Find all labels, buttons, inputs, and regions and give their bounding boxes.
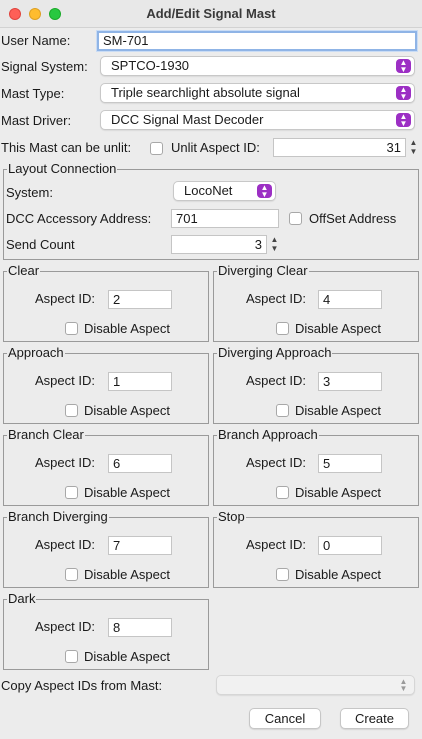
aspect-id-label: Aspect ID: bbox=[246, 373, 306, 388]
signal-system-value: SPTCO-1930 bbox=[111, 58, 190, 73]
system-select[interactable]: LocoNet ▲ ▼ bbox=[173, 181, 276, 201]
disable-aspect-label: Disable Aspect bbox=[84, 403, 170, 418]
aspect-id-input[interactable]: 0 bbox=[318, 536, 382, 555]
disable-aspect-label: Disable Aspect bbox=[295, 567, 381, 582]
aspect-group-title: Dark bbox=[7, 591, 37, 607]
aspect-id-label: Aspect ID: bbox=[35, 537, 95, 552]
disable-aspect-checkbox[interactable] bbox=[65, 322, 78, 335]
layout-connection-title: Layout Connection bbox=[7, 161, 118, 177]
aspect-id-label: Aspect ID: bbox=[35, 455, 95, 470]
aspect-id-input[interactable]: 1 bbox=[108, 372, 172, 391]
disable-aspect-label: Disable Aspect bbox=[84, 321, 170, 336]
disable-aspect-label: Disable Aspect bbox=[295, 403, 381, 418]
copy-aspect-select[interactable]: ▲ ▼ bbox=[216, 675, 415, 695]
aspect-id-label: Aspect ID: bbox=[35, 291, 95, 306]
send-count-label: Send Count bbox=[6, 237, 75, 252]
aspect-group-title: Diverging Approach bbox=[217, 345, 333, 361]
unlit-aspect-label: Unlit Aspect ID: bbox=[171, 140, 260, 155]
disable-aspect-label: Disable Aspect bbox=[295, 485, 381, 500]
dcc-address-label: DCC Accessory Address: bbox=[6, 211, 152, 226]
disable-aspect-label: Disable Aspect bbox=[84, 485, 170, 500]
create-button[interactable]: Create bbox=[340, 708, 409, 729]
aspect-id-input[interactable]: 7 bbox=[108, 536, 172, 555]
aspect-id-label: Aspect ID: bbox=[246, 455, 306, 470]
updown-chevron-icon: ▲ ▼ bbox=[399, 677, 408, 693]
aspect-id-input[interactable]: 2 bbox=[108, 290, 172, 309]
disable-aspect-label: Disable Aspect bbox=[295, 321, 381, 336]
mast-driver-value: DCC Signal Mast Decoder bbox=[111, 112, 264, 127]
window-title: Add/Edit Signal Mast bbox=[146, 6, 276, 21]
aspect-id-input[interactable]: 6 bbox=[108, 454, 172, 473]
updown-chevron-icon: ▲ ▼ bbox=[257, 184, 272, 199]
unlit-label: This Mast can be unlit: bbox=[1, 140, 132, 155]
aspect-id-label: Aspect ID: bbox=[35, 373, 95, 388]
copy-aspect-label: Copy Aspect IDs from Mast: bbox=[1, 678, 163, 693]
disable-aspect-checkbox[interactable] bbox=[65, 404, 78, 417]
aspect-id-label: Aspect ID: bbox=[35, 619, 95, 634]
offset-address-label: OffSet Address bbox=[309, 211, 397, 226]
unlit-checkbox[interactable] bbox=[150, 142, 163, 155]
title-bar: Add/Edit Signal Mast bbox=[0, 0, 422, 28]
disable-aspect-label: Disable Aspect bbox=[84, 649, 170, 664]
mast-driver-select[interactable]: DCC Signal Mast Decoder ▲ ▼ bbox=[100, 110, 415, 130]
updown-chevron-icon: ▲ ▼ bbox=[396, 86, 411, 101]
signal-system-select[interactable]: SPTCO-1930 ▲ ▼ bbox=[100, 56, 415, 76]
aspect-group-title: Branch Clear bbox=[7, 427, 85, 443]
updown-chevron-icon: ▲ ▼ bbox=[396, 113, 411, 128]
mast-driver-label: Mast Driver: bbox=[1, 113, 72, 128]
aspect-id-input[interactable]: 3 bbox=[318, 372, 382, 391]
aspect-group-title: Branch Approach bbox=[217, 427, 319, 443]
disable-aspect-checkbox[interactable] bbox=[65, 486, 78, 499]
disable-aspect-checkbox[interactable] bbox=[276, 486, 289, 499]
aspect-id-label: Aspect ID: bbox=[246, 537, 306, 552]
mast-type-value: Triple searchlight absolute signal bbox=[111, 85, 300, 100]
system-value: LocoNet bbox=[184, 183, 233, 198]
aspect-group-title: Stop bbox=[217, 509, 246, 525]
disable-aspect-checkbox[interactable] bbox=[276, 404, 289, 417]
disable-aspect-checkbox[interactable] bbox=[65, 568, 78, 581]
aspect-group-title: Branch Diverging bbox=[7, 509, 109, 525]
disable-aspect-label: Disable Aspect bbox=[84, 567, 170, 582]
send-count-input[interactable]: 3 bbox=[171, 235, 267, 254]
offset-address-checkbox[interactable] bbox=[289, 212, 302, 225]
aspect-id-label: Aspect ID: bbox=[246, 291, 306, 306]
aspect-group-title: Diverging Clear bbox=[217, 263, 309, 279]
unlit-aspect-stepper[interactable]: ▲ ▼ bbox=[408, 138, 419, 158]
user-name-input[interactable]: SM-701 bbox=[97, 31, 417, 51]
system-label: System: bbox=[6, 185, 53, 200]
aspect-id-input[interactable]: 8 bbox=[108, 618, 172, 637]
aspect-id-input[interactable]: 5 bbox=[318, 454, 382, 473]
disable-aspect-checkbox[interactable] bbox=[65, 650, 78, 663]
mast-type-label: Mast Type: bbox=[1, 86, 65, 101]
updown-chevron-icon: ▲ ▼ bbox=[396, 59, 411, 74]
aspect-id-input[interactable]: 4 bbox=[318, 290, 382, 309]
send-count-stepper[interactable]: ▲ ▼ bbox=[269, 235, 280, 255]
cancel-button[interactable]: Cancel bbox=[249, 708, 321, 729]
signal-system-label: Signal System: bbox=[1, 59, 88, 74]
user-name-label: User Name: bbox=[1, 33, 71, 48]
disable-aspect-checkbox[interactable] bbox=[276, 322, 289, 335]
dcc-address-input[interactable]: 701 bbox=[171, 209, 279, 228]
unlit-aspect-input[interactable]: 31 bbox=[273, 138, 406, 157]
mast-type-select[interactable]: Triple searchlight absolute signal ▲ ▼ bbox=[100, 83, 415, 103]
aspect-group-title: Clear bbox=[7, 263, 41, 279]
disable-aspect-checkbox[interactable] bbox=[276, 568, 289, 581]
aspect-group-title: Approach bbox=[7, 345, 65, 361]
